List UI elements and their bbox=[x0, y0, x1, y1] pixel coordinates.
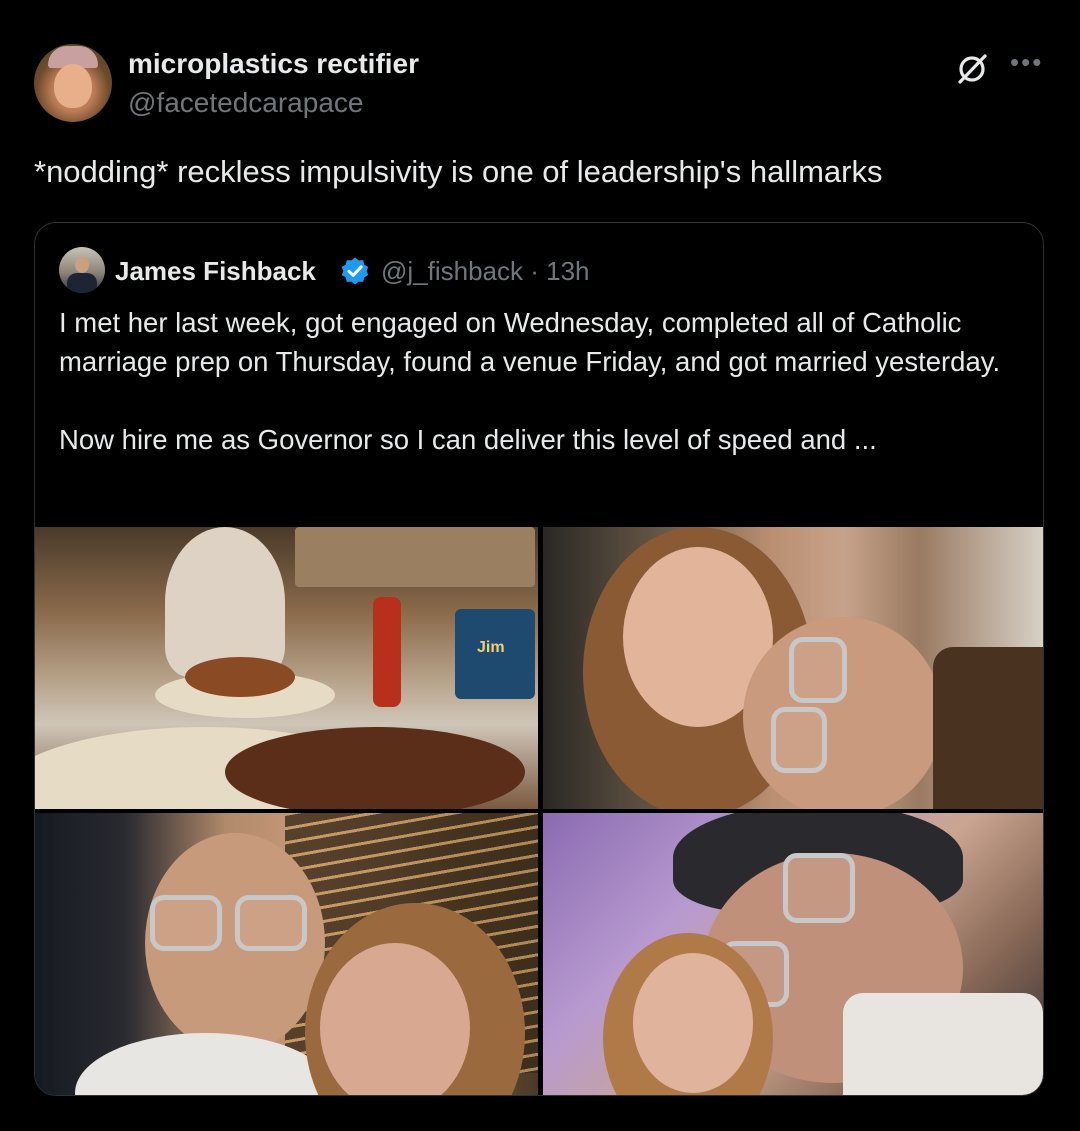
food-top bbox=[185, 657, 295, 697]
man-glasses-right bbox=[783, 853, 855, 923]
verified-badge-icon bbox=[341, 257, 369, 285]
photo-selfie-closeup[interactable] bbox=[543, 527, 1043, 809]
tweet-post: microplastics rectifier @facetedcarapace… bbox=[0, 0, 1080, 1131]
quoted-avatar-suit bbox=[67, 273, 97, 293]
man-glasses-right bbox=[789, 637, 847, 703]
photo-selfie-night[interactable] bbox=[35, 813, 538, 1095]
woman-figure bbox=[165, 527, 285, 677]
photo-restaurant[interactable]: Jim bbox=[35, 527, 538, 809]
quoted-author-handle-time[interactable]: @j_fishback · 13h bbox=[381, 256, 590, 287]
quoted-tweet-text: I met her last week, got engaged on Wedn… bbox=[59, 303, 1009, 459]
more-icon[interactable]: ••• bbox=[1010, 49, 1043, 75]
chicken bbox=[225, 727, 525, 809]
quoted-avatar-head bbox=[75, 257, 89, 273]
tablet-sign: Jim bbox=[455, 609, 535, 699]
sign-text: Jim bbox=[477, 639, 505, 656]
woman-face bbox=[633, 953, 753, 1093]
man-jacket bbox=[933, 647, 1043, 809]
author-avatar[interactable] bbox=[34, 44, 112, 122]
author-handle[interactable]: @facetedcarapace bbox=[128, 87, 363, 119]
quoted-text-paragraph-1: I met her last week, got engaged on Wedn… bbox=[59, 307, 1001, 377]
avatar-face bbox=[54, 64, 92, 108]
wall-photos bbox=[295, 527, 535, 587]
man-glasses-right bbox=[235, 895, 307, 951]
photo-selfie-airplane[interactable] bbox=[543, 813, 1043, 1095]
man-glasses-left bbox=[150, 895, 222, 951]
man-glasses-left bbox=[771, 707, 827, 773]
quoted-author-name[interactable]: James Fishback bbox=[115, 256, 316, 287]
man-shirt bbox=[843, 993, 1043, 1095]
hot-sauce-bottle bbox=[373, 597, 401, 707]
quoted-tweet[interactable]: James Fishback @j_fishback · 13h I met h… bbox=[34, 222, 1044, 1096]
grok-icon[interactable] bbox=[955, 52, 989, 86]
quoted-author-avatar[interactable] bbox=[59, 247, 105, 293]
quoted-text-paragraph-2: Now hire me as Governor so I can deliver… bbox=[59, 424, 877, 455]
tweet-text: *nodding* reckless impulsivity is one of… bbox=[34, 154, 883, 189]
author-display-name[interactable]: microplastics rectifier bbox=[128, 48, 419, 80]
